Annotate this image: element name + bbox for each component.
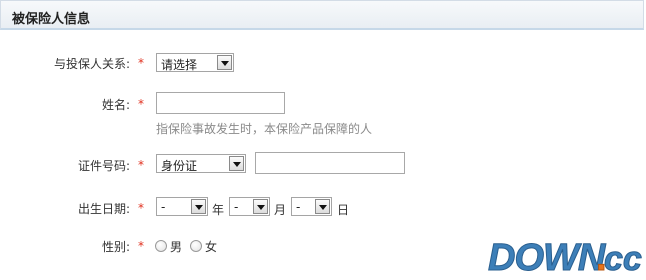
name-input[interactable] bbox=[156, 92, 285, 114]
gender-required-mark: * bbox=[138, 239, 144, 253]
gender-male-radio[interactable] bbox=[155, 240, 167, 252]
id-required-mark: * bbox=[138, 158, 144, 172]
name-label: 姓名: bbox=[101, 98, 130, 112]
chevron-down-icon bbox=[229, 156, 244, 171]
section-header: 被保险人信息 bbox=[0, 0, 644, 30]
relation-select-value: 请选择 bbox=[161, 58, 198, 72]
svg-text:DOWN: DOWN bbox=[488, 237, 607, 279]
birth-label: 出生日期: bbox=[77, 202, 130, 216]
id-type-select[interactable]: 身份证 bbox=[156, 154, 246, 173]
id-type-select-value: 身份证 bbox=[161, 159, 198, 173]
gender-female-radio[interactable] bbox=[190, 240, 202, 252]
birth-day-value: - bbox=[296, 200, 301, 214]
svg-text:cc: cc bbox=[604, 240, 642, 278]
relation-select[interactable]: 请选择 bbox=[156, 53, 234, 72]
chevron-down-icon bbox=[315, 199, 330, 214]
down-cc-logo: DOWN . cc bbox=[486, 230, 646, 280]
birth-year-unit: 年 bbox=[212, 203, 225, 217]
birth-required-mark: * bbox=[138, 201, 144, 215]
relation-required-mark: * bbox=[138, 56, 144, 70]
chevron-down-icon bbox=[217, 55, 232, 70]
name-required-mark: * bbox=[138, 97, 144, 111]
section-title: 被保险人信息 bbox=[12, 12, 91, 27]
id-label: 证件号码: bbox=[77, 159, 130, 173]
birth-day-unit: 日 bbox=[337, 203, 350, 217]
chevron-down-icon bbox=[253, 199, 268, 214]
birth-month-unit: 月 bbox=[274, 203, 287, 217]
birth-month-select[interactable]: - bbox=[229, 197, 270, 216]
id-number-input[interactable] bbox=[255, 152, 405, 174]
birth-year-select[interactable]: - bbox=[156, 197, 208, 216]
gender-label: 性别: bbox=[101, 240, 130, 254]
gender-male-label[interactable]: 男 bbox=[170, 238, 182, 255]
chevron-down-icon bbox=[191, 199, 206, 214]
name-hint: 指保险事故发生时，本保险产品保障的人 bbox=[156, 122, 373, 136]
birth-day-select[interactable]: - bbox=[291, 197, 332, 216]
birth-year-value: - bbox=[161, 200, 166, 214]
gender-female-label[interactable]: 女 bbox=[205, 238, 217, 255]
birth-month-value: - bbox=[234, 200, 239, 214]
relation-label: 与投保人关系: bbox=[53, 57, 130, 71]
